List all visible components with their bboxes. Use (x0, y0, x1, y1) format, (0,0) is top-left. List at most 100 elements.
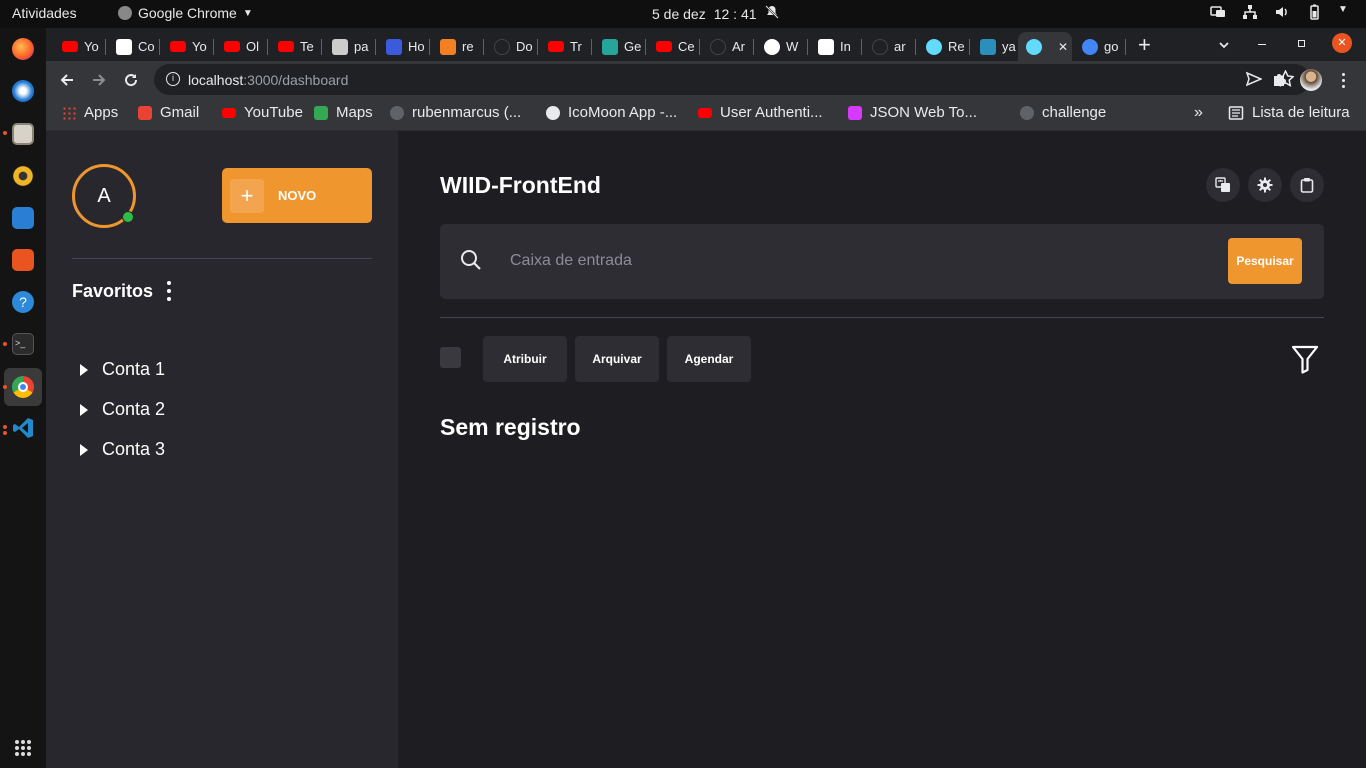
browser-tab[interactable]: Ce (648, 32, 700, 61)
jwt-icon (848, 105, 862, 120)
clock[interactable]: 5 de dez 12 : 41 (652, 5, 779, 22)
browser-tab[interactable]: W (756, 32, 808, 61)
browser-tab[interactable]: Yo (162, 32, 214, 61)
chrome-icon[interactable] (12, 376, 34, 398)
vscode-icon[interactable] (12, 417, 34, 439)
tab-separator (321, 39, 322, 55)
browser-tab[interactable]: ar (864, 32, 916, 61)
thunderbird-icon[interactable] (12, 80, 34, 102)
translate-button[interactable] (1206, 168, 1240, 202)
running-indicator (3, 431, 7, 435)
schedule-button[interactable]: Agendar (667, 336, 751, 382)
browser-tab[interactable]: Ge (594, 32, 646, 61)
browser-tab[interactable]: Re (918, 32, 970, 61)
search-input[interactable] (510, 245, 1210, 277)
firefox-icon[interactable] (12, 38, 34, 60)
reload-icon (125, 74, 138, 87)
bookmark-item[interactable]: YouTube (222, 104, 303, 121)
bookmark-item[interactable]: User Authenti... (698, 104, 823, 121)
browser-tab[interactable]: Te (270, 32, 322, 61)
assign-button[interactable]: Atribuir (483, 336, 567, 382)
extensions-button[interactable] (1266, 67, 1292, 93)
minimize-window-icon[interactable] (1258, 44, 1266, 45)
show-applications-icon[interactable] (15, 740, 31, 756)
new-button-label: NOVO (278, 188, 317, 203)
browser-tab[interactable]: Do (486, 32, 538, 61)
youtube-icon (548, 41, 564, 52)
browser-tab-label: ya (1002, 39, 1016, 54)
browser-tab[interactable]: Co (108, 32, 160, 61)
chrome-menu-button[interactable] (1330, 67, 1356, 93)
tab-separator (915, 39, 916, 55)
writer-icon[interactable] (12, 207, 34, 229)
browser-tab[interactable]: Ho (378, 32, 430, 61)
system-tray[interactable]: ▼ (1210, 4, 1354, 20)
browser-tab[interactable]: pa (324, 32, 376, 61)
close-window-icon[interactable]: ✕ (1332, 33, 1352, 53)
account-item[interactable]: Conta 2 (80, 399, 165, 420)
bookmarks-overflow-icon[interactable]: » (1194, 104, 1203, 122)
bookmark-label: IcoMoon App -... (568, 104, 678, 121)
reload-button[interactable] (118, 67, 144, 93)
send-icon[interactable] (1245, 71, 1263, 90)
site-info-icon[interactable]: i (166, 72, 180, 86)
select-all-checkbox[interactable] (440, 347, 461, 368)
software-icon[interactable] (12, 249, 34, 271)
bookmarks-bar: Apps Gmail YouTube Maps rubenmarcus (... IcoM… (46, 98, 1366, 131)
account-item[interactable]: Conta 1 (80, 359, 165, 380)
bookmark-item[interactable]: rubenmarcus (... (390, 104, 521, 121)
user-avatar[interactable]: A (72, 164, 136, 228)
bookmark-item[interactable]: Maps (314, 104, 373, 121)
filter-icon[interactable] (1291, 344, 1319, 379)
bookmark-item[interactable]: Apps (62, 104, 118, 121)
profile-avatar[interactable] (1298, 67, 1324, 93)
browser-tab[interactable]: go (1074, 32, 1126, 61)
browser-tab[interactable]: re (432, 32, 484, 61)
tab-separator (159, 39, 160, 55)
bookmark-item[interactable]: JSON Web To... (848, 104, 977, 121)
browser-tab[interactable]: In (810, 32, 862, 61)
arrow-left-icon (60, 74, 73, 86)
browser-tab-label: Yo (84, 39, 99, 54)
browser-tab[interactable]: Ar (702, 32, 754, 61)
tab-separator (699, 39, 700, 55)
maximize-window-icon[interactable] (1298, 40, 1305, 47)
search-button[interactable]: Pesquisar (1228, 238, 1302, 284)
browser-tab[interactable]: Yo (54, 32, 106, 61)
empty-state-message: Sem registro (440, 414, 581, 440)
system-top-bar: Atividades Google Chrome ▼ 5 de dez 12 :… (0, 0, 1366, 28)
bookmark-item[interactable]: IcoMoon App -... (546, 104, 677, 121)
running-indicator (3, 385, 7, 389)
rhythmbox-icon[interactable] (12, 165, 34, 187)
browser-tab-label: re (462, 39, 474, 54)
app-menu[interactable]: Google Chrome ▼ (118, 5, 253, 21)
favorites-menu-icon[interactable] (164, 281, 174, 301)
terminal-icon[interactable]: >_ (12, 333, 34, 355)
browser-tab-label: Ge (624, 39, 642, 54)
browser-tab[interactable]: Ol (216, 32, 268, 61)
address-bar[interactable]: i localhost:3000/dashboard (154, 64, 1310, 95)
browser-tab[interactable]: ya (972, 32, 1024, 61)
activities-button[interactable]: Atividades (12, 5, 77, 21)
bookmark-item[interactable]: challenge (1020, 104, 1106, 121)
archive-button[interactable]: Arquivar (575, 336, 659, 382)
back-button[interactable] (54, 67, 80, 93)
yarn-icon (980, 38, 996, 55)
caret-right-icon (80, 443, 88, 456)
close-tab-icon[interactable]: ✕ (1058, 40, 1068, 54)
settings-button[interactable] (1248, 168, 1282, 202)
new-button[interactable]: + NOVO (222, 168, 372, 223)
account-item[interactable]: Conta 3 (80, 439, 165, 460)
browser-tab[interactable]: Tr (540, 32, 592, 61)
help-icon[interactable]: ? (12, 291, 34, 313)
forward-button[interactable] (86, 67, 112, 93)
browser-tab[interactable]: ✕ (1018, 32, 1072, 61)
github-icon (494, 38, 510, 55)
reading-list-button[interactable]: Lista de leitura (1228, 104, 1350, 121)
bookmark-item[interactable]: Gmail (138, 104, 199, 121)
files-icon[interactable] (12, 123, 34, 145)
bookmark-label: Apps (84, 104, 119, 121)
clipboard-button[interactable] (1290, 168, 1324, 202)
tab-search-icon[interactable] (1218, 38, 1230, 56)
new-tab-icon[interactable]: + (1138, 32, 1151, 58)
